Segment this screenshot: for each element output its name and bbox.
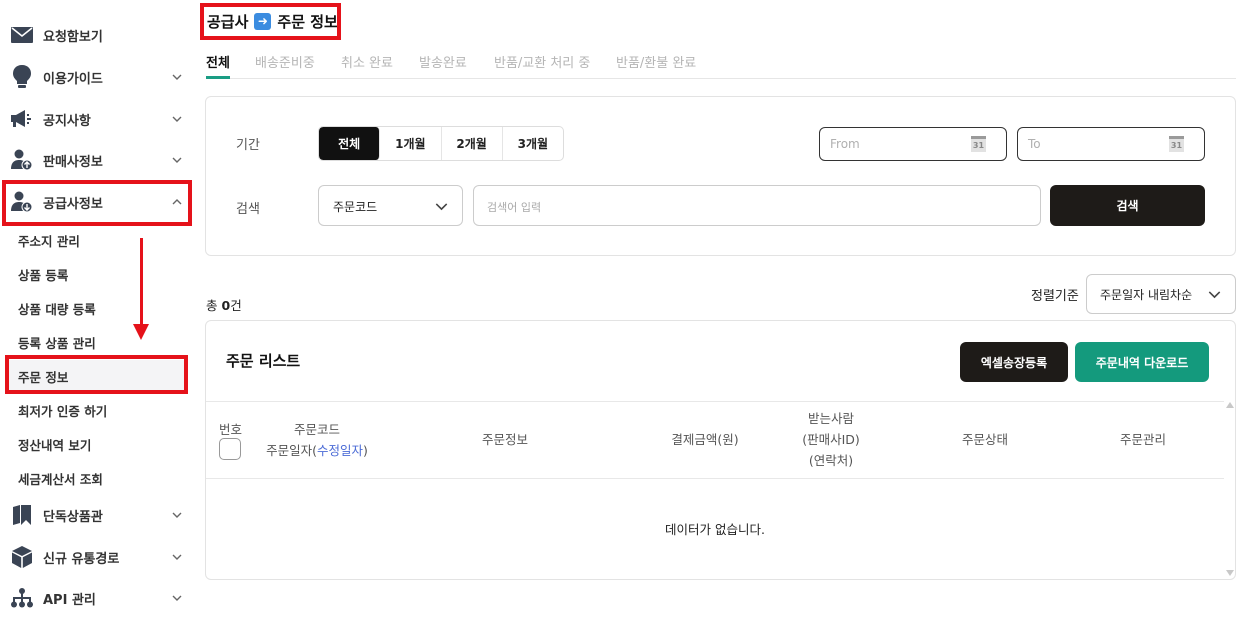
annotation-arrow bbox=[140, 238, 143, 326]
sidebar-item-guide[interactable]: 이용가이드 bbox=[0, 57, 195, 97]
chevron-down-icon bbox=[172, 554, 182, 560]
col-code-label: 주문코드 bbox=[293, 422, 340, 437]
date-to-placeholder: To bbox=[1028, 137, 1041, 151]
col-date-prefix: 주문일자( bbox=[266, 443, 317, 458]
sidebar-item-label: 판매사정보 bbox=[43, 154, 103, 170]
download-orders-button[interactable]: 주문내역 다운로드 bbox=[1075, 342, 1209, 382]
col-manage: 주문관리 bbox=[1119, 432, 1166, 447]
sidebar-subitem-tax-invoice[interactable]: 세금계산서 조회 bbox=[18, 469, 103, 488]
tab-return-refund[interactable]: 반품/환불 완료 bbox=[616, 52, 696, 71]
period-all-button[interactable]: 전체 bbox=[319, 127, 381, 160]
sidebar-item-label: 단독상품관 bbox=[43, 509, 103, 525]
period-3month-button[interactable]: 3개월 bbox=[503, 127, 563, 160]
tab-all[interactable]: 전체 bbox=[206, 52, 230, 71]
bookmark-icon bbox=[10, 503, 34, 527]
sidebar-item-label: 이용가이드 bbox=[43, 71, 103, 87]
highlight-box-supplier-info bbox=[2, 180, 192, 226]
period-label: 기간 bbox=[236, 138, 260, 153]
status-tabs: 전체 배송준비중 취소 완료 발송완료 반품/교환 처리 중 반품/환불 완료 bbox=[206, 46, 1236, 79]
sidebar-item-label: 공지사항 bbox=[43, 113, 91, 129]
chevron-down-icon bbox=[172, 512, 182, 518]
date-from-input[interactable]: From 31 bbox=[819, 127, 1007, 161]
highlight-box-order-info bbox=[5, 355, 188, 394]
search-type-value: 주문코드 bbox=[333, 200, 378, 214]
tab-cancelled[interactable]: 취소 완료 bbox=[341, 52, 393, 71]
col-recipient-line1: 받는사람 bbox=[807, 411, 854, 426]
sidebar-item-api[interactable]: API 관리 bbox=[0, 578, 195, 618]
sort-select[interactable]: 주문일자 내림차순 bbox=[1086, 274, 1236, 314]
sidebar-subitem-settlement[interactable]: 정산내역 보기 bbox=[18, 435, 91, 454]
chevron-down-icon bbox=[172, 595, 182, 601]
period-toggle-group: 전체 1개월 2개월 3개월 bbox=[318, 126, 564, 161]
search-placeholder: 검색어 입력 bbox=[487, 201, 542, 214]
search-input[interactable]: 검색어 입력 bbox=[473, 185, 1041, 226]
col-code: 주문코드 주문일자(수정일자) bbox=[262, 419, 372, 461]
sort-value: 주문일자 내림차순 bbox=[1100, 288, 1193, 302]
col-number: 번호 bbox=[219, 422, 243, 437]
total-suffix: 건 bbox=[230, 298, 242, 313]
col-modified-date-link[interactable]: 수정일자 bbox=[317, 443, 363, 458]
user-upload-icon bbox=[10, 148, 34, 172]
sidebar-subitem-product-manage[interactable]: 등록 상품 관리 bbox=[18, 333, 96, 352]
sidebar-item-label: 신규 유통경로 bbox=[43, 551, 120, 567]
megaphone-icon bbox=[10, 107, 34, 131]
col-recipient-line3: (연락처) bbox=[808, 453, 854, 468]
sidebar-item-label: 요청함보기 bbox=[43, 29, 103, 45]
tab-preparing[interactable]: 배송준비중 bbox=[255, 52, 315, 71]
chevron-down-icon bbox=[172, 116, 182, 122]
total-count: 총 0건 bbox=[206, 295, 242, 314]
order-list-title: 주문 리스트 bbox=[226, 352, 301, 370]
network-icon bbox=[10, 586, 34, 610]
sort-label: 정렬기준 bbox=[1031, 289, 1079, 304]
sidebar: 요청함보기 이용가이드 공지사항 판매사정보 공급사정보 주소지 관리 상품 등… bbox=[0, 0, 195, 621]
empty-message: 데이터가 없습니다. bbox=[665, 522, 765, 537]
date-from-placeholder: From bbox=[830, 137, 860, 151]
filter-panel bbox=[205, 96, 1236, 256]
chevron-down-icon bbox=[172, 74, 182, 80]
tab-active-indicator bbox=[206, 76, 230, 79]
total-prefix: 총 bbox=[206, 298, 222, 313]
col-amount: 결제금액(원) bbox=[671, 432, 739, 447]
sidebar-item-notice[interactable]: 공지사항 bbox=[0, 99, 195, 139]
box-icon bbox=[10, 545, 34, 569]
chevron-down-icon bbox=[172, 157, 182, 163]
calendar-icon[interactable]: 31 bbox=[971, 136, 986, 152]
col-status: 주문상태 bbox=[961, 432, 1008, 447]
envelope-icon bbox=[10, 23, 34, 47]
sidebar-subitem-lowest-price[interactable]: 최저가 인증 하기 bbox=[18, 401, 107, 420]
search-button[interactable]: 검색 bbox=[1050, 185, 1205, 226]
col-date-suffix: ) bbox=[363, 443, 368, 458]
period-2month-button[interactable]: 2개월 bbox=[442, 127, 503, 160]
total-number: 0 bbox=[221, 298, 231, 313]
annotation-arrow-head bbox=[133, 324, 149, 340]
sidebar-item-request-box[interactable]: 요청함보기 bbox=[0, 15, 195, 55]
col-date-label: 주문일자(수정일자) bbox=[262, 440, 372, 461]
sidebar-item-label: API 관리 bbox=[43, 592, 96, 608]
search-label: 검색 bbox=[236, 202, 260, 217]
sidebar-item-exclusive[interactable]: 단독상품관 bbox=[0, 495, 195, 535]
col-order-info: 주문정보 bbox=[481, 432, 528, 447]
sidebar-subitem-address[interactable]: 주소지 관리 bbox=[18, 231, 80, 250]
select-all-checkbox[interactable] bbox=[219, 438, 241, 460]
sidebar-item-new-channel[interactable]: 신규 유통경로 bbox=[0, 537, 195, 577]
col-recipient-line2: (판매사ID) bbox=[802, 432, 860, 447]
excel-invoice-button[interactable]: 엑셀송장등록 bbox=[960, 342, 1068, 382]
chevron-down-icon bbox=[435, 203, 448, 211]
lightbulb-icon bbox=[10, 65, 34, 89]
scroll-up-icon[interactable] bbox=[1226, 402, 1234, 408]
tab-shipped[interactable]: 발송완료 bbox=[419, 52, 467, 71]
search-type-select[interactable]: 주문코드 bbox=[318, 185, 463, 226]
date-to-input[interactable]: To 31 bbox=[1017, 127, 1205, 161]
period-1month-button[interactable]: 1개월 bbox=[380, 127, 442, 160]
col-recipient: 받는사람 (판매사ID) (연락처) bbox=[790, 408, 872, 471]
tab-return-exchange[interactable]: 반품/교환 처리 중 bbox=[494, 52, 590, 71]
highlight-box-title bbox=[200, 3, 341, 40]
scroll-down-icon[interactable] bbox=[1226, 570, 1234, 576]
chevron-down-icon bbox=[1208, 291, 1221, 299]
sidebar-subitem-bulk-register[interactable]: 상품 대량 등록 bbox=[18, 299, 96, 318]
calendar-icon[interactable]: 31 bbox=[1169, 136, 1184, 152]
sidebar-subitem-product-register[interactable]: 상품 등록 bbox=[18, 265, 68, 284]
sidebar-item-seller-info[interactable]: 판매사정보 bbox=[0, 140, 195, 180]
